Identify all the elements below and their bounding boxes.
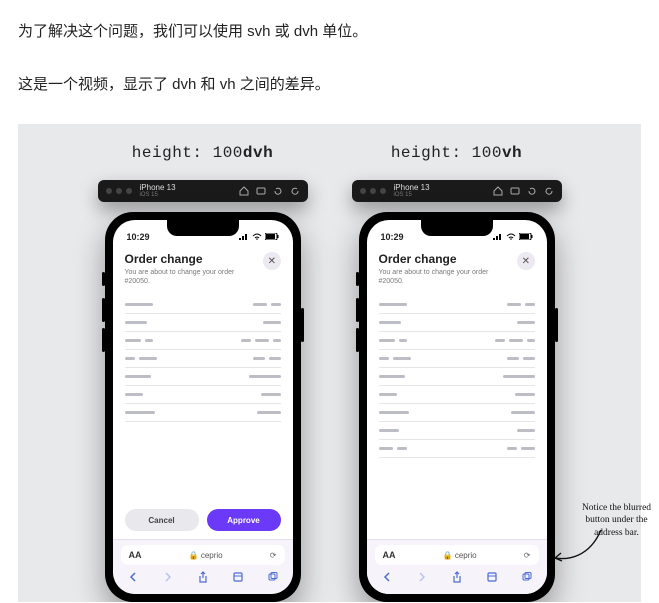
battery-icon <box>519 232 533 242</box>
wifi-icon <box>506 232 516 242</box>
list-item <box>125 332 281 350</box>
simulator-device: iPhone 13 <box>394 184 430 192</box>
text-size-icon[interactable]: AA <box>383 550 396 560</box>
sheet-subtitle: You are about to change your order #2005… <box>379 268 512 286</box>
wifi-icon <box>252 232 262 242</box>
list-item <box>379 368 535 386</box>
height-label-dvh: height: 100dvh <box>132 144 273 162</box>
phone-notch <box>421 220 493 236</box>
volume-up-button <box>356 298 359 322</box>
list-item <box>379 440 535 458</box>
volume-down-button <box>102 328 105 352</box>
approve-button[interactable]: Approve <box>207 509 281 531</box>
address-bar[interactable]: AA 🔒 ceprio ⟳ <box>375 545 539 565</box>
phone-mockup-vh: 10:29 Order change You are about to chan… <box>359 212 555 602</box>
signal-icon <box>493 232 503 242</box>
sheet-actions: Cancel Approve <box>125 501 281 539</box>
list-item <box>379 386 535 404</box>
sheet-subtitle: You are about to change your order #2005… <box>125 268 258 286</box>
simulator-titlebar: iPhone 13 iOS 15 <box>352 180 562 202</box>
home-icon <box>493 186 503 196</box>
mute-switch <box>356 272 359 286</box>
address-url: ceprio <box>201 551 223 560</box>
bookmarks-icon[interactable] <box>232 570 244 588</box>
list-item <box>125 296 281 314</box>
rotate-icon <box>527 186 537 196</box>
list-item <box>379 314 535 332</box>
order-sheet: Order change You are about to change you… <box>113 244 293 539</box>
comparison-figure: height: 100dvh iPhone 13 iOS 15 <box>18 124 641 602</box>
safari-tabbar <box>375 570 539 588</box>
address-url: ceprio <box>455 551 477 560</box>
phone-screen: 10:29 Order change You are about to chan… <box>367 220 547 594</box>
tabs-icon[interactable] <box>521 570 533 588</box>
mute-switch <box>102 272 105 286</box>
window-traffic-lights-icon <box>360 188 386 194</box>
bookmarks-icon[interactable] <box>486 570 498 588</box>
list-item <box>379 404 535 422</box>
list-item <box>125 350 281 368</box>
reload-icon[interactable]: ⟳ <box>524 551 531 560</box>
list-item <box>379 350 535 368</box>
height-label-vh: height: 100vh <box>391 144 522 162</box>
close-icon[interactable]: ✕ <box>263 252 280 270</box>
lock-icon: 🔒 <box>189 551 199 560</box>
list-item <box>125 404 281 422</box>
cancel-button[interactable]: Cancel <box>125 509 199 531</box>
status-time: 10:29 <box>381 232 404 242</box>
power-button <box>555 308 558 342</box>
close-icon[interactable]: ✕ <box>517 252 534 270</box>
simulator-titlebar: iPhone 13 iOS 15 <box>98 180 308 202</box>
text-size-icon[interactable]: AA <box>129 550 142 560</box>
power-button <box>301 308 304 342</box>
lock-icon: 🔒 <box>443 551 453 560</box>
screenshot-icon <box>256 186 266 196</box>
back-icon[interactable] <box>127 570 139 588</box>
signal-icon <box>239 232 249 242</box>
back-icon[interactable] <box>381 570 393 588</box>
sheet-title: Order change <box>125 252 258 266</box>
reload-icon[interactable]: ⟳ <box>270 551 277 560</box>
window-traffic-lights-icon <box>106 188 132 194</box>
paragraph-intro: 为了解决这个问题，我们可以使用 svh 或 dvh 单位。 <box>18 18 641 45</box>
volume-up-button <box>102 298 105 322</box>
forward-icon[interactable] <box>162 570 174 588</box>
address-bar[interactable]: AA 🔒 ceprio ⟳ <box>121 545 285 565</box>
simulator-os: iOS 15 <box>394 192 430 198</box>
forward-icon[interactable] <box>416 570 428 588</box>
rotate-icon <box>290 186 300 196</box>
phone-notch <box>167 220 239 236</box>
rotate-icon <box>544 186 554 196</box>
column-vh: height: 100vh iPhone 13 iOS 15 <box>347 144 567 602</box>
paragraph-video-note: 这是一个视频，显示了 dvh 和 vh 之间的差异。 <box>18 71 641 98</box>
sheet-rows <box>125 296 281 501</box>
simulator-os: iOS 15 <box>140 192 176 198</box>
list-item <box>379 332 535 350</box>
safari-tabbar <box>121 570 285 588</box>
list-item <box>125 314 281 332</box>
rotate-icon <box>273 186 283 196</box>
list-item <box>125 368 281 386</box>
list-item <box>379 422 535 440</box>
list-item <box>379 296 535 314</box>
sheet-title: Order change <box>379 252 512 266</box>
share-icon[interactable] <box>197 570 209 588</box>
tabs-icon[interactable] <box>267 570 279 588</box>
simulator-device: iPhone 13 <box>140 184 176 192</box>
phone-mockup-dvh: 10:29 Order change You are about to chan… <box>105 212 301 602</box>
screenshot-icon <box>510 186 520 196</box>
phone-screen: 10:29 Order change You are about to chan… <box>113 220 293 594</box>
status-time: 10:29 <box>127 232 150 242</box>
home-icon <box>239 186 249 196</box>
volume-down-button <box>356 328 359 352</box>
list-item <box>125 386 281 404</box>
battery-icon <box>265 232 279 242</box>
annotation-arrow-icon <box>549 528 603 568</box>
column-dvh: height: 100dvh iPhone 13 iOS 15 <box>93 144 313 602</box>
share-icon[interactable] <box>451 570 463 588</box>
